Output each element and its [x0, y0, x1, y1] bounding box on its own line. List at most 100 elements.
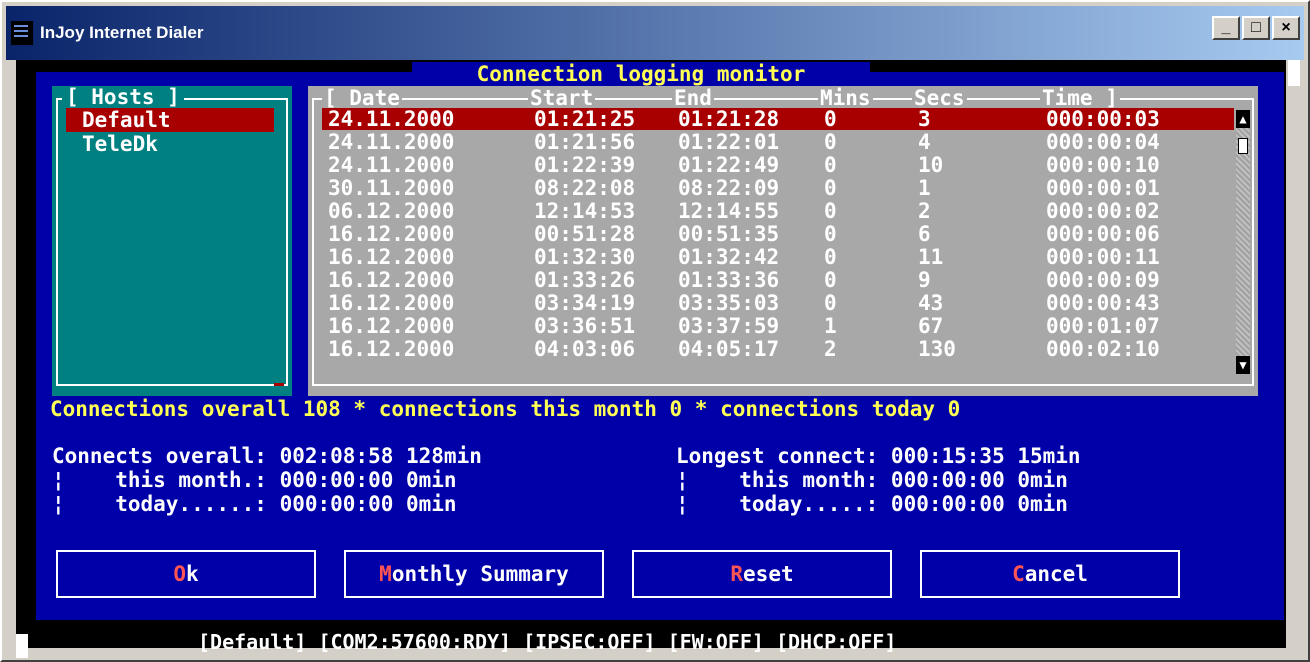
table-row[interactable]: 30.11.2000 08:22:08 08:22:09 0 1 000:00:01 [322, 177, 1234, 199]
cell-mins: 2 [824, 337, 837, 361]
cell-mins: 0 [824, 291, 837, 315]
cell-date: 24.11.2000 [328, 153, 455, 177]
hosts-resize-mark [274, 383, 284, 386]
cell-secs: 43 [918, 291, 944, 315]
ok-button[interactable]: Ok [56, 550, 316, 598]
cell-mins: 0 [824, 199, 837, 223]
cell-start: 08:22:08 [534, 176, 636, 200]
table-row[interactable]: 16.12.2000 00:51:28 00:51:35 0 6 000:00:06 [322, 223, 1234, 245]
cell-start: 00:51:28 [534, 222, 636, 246]
scroll-thumb[interactable] [1238, 138, 1248, 154]
connects-month-stat: ¦ this month.: 000:00:00 0min [52, 468, 457, 492]
cell-date: 16.12.2000 [328, 268, 455, 292]
console-cursor [16, 634, 28, 658]
minimize-button[interactable]: _ [1212, 16, 1240, 40]
host-item-teledk[interactable]: TeleDk [66, 132, 274, 156]
dialog-title: Connection logging monitor [412, 62, 870, 86]
app-window: InJoy Internet Dialer _ □ × Connection l… [0, 0, 1310, 662]
cell-date: 30.11.2000 [328, 176, 455, 200]
cell-secs: 1 [918, 176, 931, 200]
status-bar: [Default] [COM2:57600:RDY] [IPSEC:OFF] [… [198, 630, 897, 654]
cell-mins: 0 [824, 222, 837, 246]
cell-end: 01:22:01 [678, 130, 780, 154]
cell-date: 16.12.2000 [328, 337, 455, 361]
window-title: InJoy Internet Dialer [40, 23, 204, 42]
scroll-down-icon[interactable]: ▼ [1236, 356, 1250, 374]
cell-mins: 0 [824, 130, 837, 154]
cell-time: 000:02:10 [1046, 337, 1160, 361]
cell-mins: 0 [824, 245, 837, 269]
close-button[interactable]: × [1272, 16, 1300, 40]
app-icon [10, 20, 34, 46]
cell-secs: 9 [918, 268, 931, 292]
cell-secs: 67 [918, 314, 944, 338]
table-row[interactable]: 16.12.2000 01:32:30 01:32:42 0 11 000:00:11 [322, 246, 1234, 268]
cell-start: 03:34:19 [534, 291, 636, 315]
longest-today-stat: ¦ today.....: 000:00:00 0min [676, 492, 1068, 516]
cell-date: 16.12.2000 [328, 314, 455, 338]
log-panel: [ Date Start End Mins Secs Time ] 24.11.… [308, 86, 1258, 396]
table-row[interactable]: 16.12.2000 03:36:51 03:37:59 1 67 000:01:07 [322, 315, 1234, 337]
table-row[interactable]: 16.12.2000 03:34:19 03:35:03 0 43 000:00:43 [322, 292, 1234, 314]
cell-secs: 11 [918, 245, 944, 269]
cell-time: 000:00:11 [1046, 245, 1160, 269]
cell-secs: 2 [918, 199, 931, 223]
scroll-up-icon[interactable]: ▲ [1236, 110, 1250, 128]
cell-end: 01:32:42 [678, 245, 780, 269]
cell-time: 000:00:03 [1046, 107, 1160, 131]
host-item-default[interactable]: Default [66, 108, 274, 132]
table-row[interactable]: 16.12.2000 04:03:06 04:05:17 2 130 000:02:10 [322, 338, 1234, 360]
title-bar[interactable]: InJoy Internet Dialer _ □ × [6, 6, 1304, 60]
cell-start: 01:32:30 [534, 245, 636, 269]
table-row[interactable]: 06.12.2000 12:14:53 12:14:55 0 2 000:00:02 [322, 200, 1234, 222]
cell-date: 16.12.2000 [328, 291, 455, 315]
table-row[interactable]: 24.11.2000 01:22:39 01:22:49 0 10 000:00:10 [322, 154, 1234, 176]
cell-time: 000:00:06 [1046, 222, 1160, 246]
cell-end: 01:22:49 [678, 153, 780, 177]
table-row[interactable]: 24.11.2000 01:21:56 01:22:01 0 4 000:00:04 [322, 131, 1234, 153]
maximize-button[interactable]: □ [1242, 16, 1270, 40]
cell-end: 03:35:03 [678, 291, 780, 315]
hosts-header: [ Hosts ] [62, 86, 184, 108]
console-scrollbar[interactable] [1288, 60, 1300, 86]
connects-today-stat: ¦ today......: 000:00:00 0min [52, 492, 457, 516]
cell-start: 03:36:51 [534, 314, 636, 338]
cell-start: 01:22:39 [534, 153, 636, 177]
table-row[interactable]: 16.12.2000 01:33:26 01:33:36 0 9 000:00:09 [322, 269, 1234, 291]
cell-time: 000:00:01 [1046, 176, 1160, 200]
longest-month-stat: ¦ this month: 000:00:00 0min [676, 468, 1068, 492]
cell-time: 000:00:43 [1046, 291, 1160, 315]
cell-mins: 0 [824, 153, 837, 177]
cell-mins: 0 [824, 107, 837, 131]
monthly-summary-button[interactable]: Monthly Summary [344, 550, 604, 598]
cell-start: 04:03:06 [534, 337, 636, 361]
cell-start: 01:21:25 [534, 107, 636, 131]
cell-date: 06.12.2000 [328, 199, 455, 223]
cell-date: 16.12.2000 [328, 222, 455, 246]
cell-end: 01:21:28 [678, 107, 780, 131]
reset-button[interactable]: Reset [632, 550, 892, 598]
cell-start: 12:14:53 [534, 199, 636, 223]
cancel-button[interactable]: Cancel [920, 550, 1180, 598]
cell-time: 000:00:10 [1046, 153, 1160, 177]
table-row[interactable]: 24.11.2000 01:21:25 01:21:28 0 3 000:00:03 [322, 108, 1234, 130]
cell-secs: 4 [918, 130, 931, 154]
cell-start: 01:33:26 [534, 268, 636, 292]
hosts-panel: [ Hosts ] Default TeleDk [52, 86, 292, 396]
connections-summary: Connections overall 108 * connections th… [50, 397, 961, 421]
cell-mins: 0 [824, 268, 837, 292]
cell-start: 01:21:56 [534, 130, 636, 154]
cell-end: 04:05:17 [678, 337, 780, 361]
cell-mins: 1 [824, 314, 837, 338]
cell-time: 000:00:09 [1046, 268, 1160, 292]
cell-end: 00:51:35 [678, 222, 780, 246]
log-scrollbar[interactable]: ▲ ▼ [1236, 110, 1250, 374]
cell-end: 03:37:59 [678, 314, 780, 338]
cell-secs: 10 [918, 153, 944, 177]
cell-secs: 3 [918, 107, 931, 131]
cell-secs: 130 [918, 337, 956, 361]
cell-date: 24.11.2000 [328, 107, 455, 131]
cell-end: 12:14:55 [678, 199, 780, 223]
cell-secs: 6 [918, 222, 931, 246]
cell-date: 24.11.2000 [328, 130, 455, 154]
